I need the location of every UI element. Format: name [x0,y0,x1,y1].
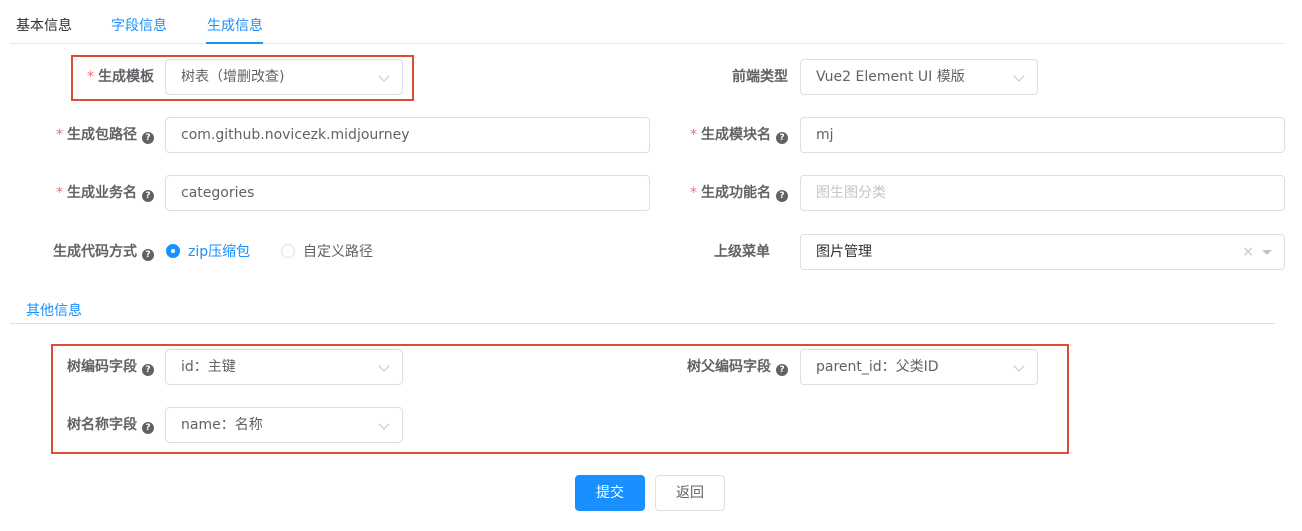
question-circle-icon[interactable]: ? [776,132,788,144]
required-mark: * [690,127,697,143]
back-button[interactable]: 返回 [655,475,725,511]
tree-parent-code-label: 树父编码字段? [640,349,788,385]
question-circle-icon[interactable]: ? [142,249,154,261]
template-label: * 生成模板 [60,59,154,95]
module-name-input[interactable]: mj [800,117,1285,153]
tree-code-select[interactable]: id：主键 [165,349,403,385]
question-circle-icon[interactable]: ? [142,422,154,434]
tree-parent-code-select[interactable]: parent_id：父类ID [800,349,1038,385]
chevron-down-icon [1013,70,1025,82]
function-name-label-text: 生成功能名 [701,185,771,201]
radio-zip-label: zip压缩包 [188,244,251,260]
parent-menu-treeselect[interactable]: 图片管理 × [800,234,1285,270]
question-circle-icon[interactable]: ? [142,364,154,376]
business-name-value: categories [181,185,255,201]
tabs-divider [10,43,1285,44]
tab-generate-info[interactable]: 生成信息 [207,14,263,38]
tree-name-select[interactable]: name：名称 [165,407,403,443]
tree-name-label: 树名称字段? [40,407,154,443]
module-name-label: * 生成模块名? [650,117,788,153]
parent-menu-value: 图片管理 [816,244,872,260]
package-path-value: com.github.novicezk.midjourney [181,127,410,143]
code-method-label-text: 生成代码方式 [53,244,137,260]
package-path-input[interactable]: com.github.novicezk.midjourney [165,117,650,153]
tree-parent-code-value: parent_id：父类ID [816,359,939,375]
module-name-label-text: 生成模块名 [701,127,771,143]
module-name-value: mj [816,127,834,143]
radio-zip[interactable]: zip压缩包 [166,244,250,260]
question-circle-icon[interactable]: ? [142,132,154,144]
radio-circle[interactable] [166,244,180,258]
package-path-label-text: 生成包路径 [67,127,137,143]
radio-circle[interactable] [281,244,295,258]
tree-parent-code-label-text: 树父编码字段 [687,359,771,375]
tab-field-info[interactable]: 字段信息 [111,14,167,38]
business-name-input[interactable]: categories [165,175,650,211]
chevron-down-icon [1013,360,1025,372]
clear-icon[interactable]: × [1242,235,1254,269]
tree-code-label: 树编码字段? [40,349,154,385]
function-name-placeholder: 图生图分类 [816,185,886,201]
submit-button[interactable]: 提交 [575,475,645,511]
question-circle-icon[interactable]: ? [776,190,788,202]
function-name-label: * 生成功能名? [650,175,788,211]
radio-custom-path[interactable]: 自定义路径 [281,244,373,260]
required-mark: * [56,127,63,143]
section-divider [10,323,1275,324]
caret-down-icon[interactable] [1262,250,1272,255]
template-label-text: 生成模板 [98,69,154,85]
frontend-type-value: Vue2 Element UI 模版 [816,69,965,85]
code-method-label: 生成代码方式? [20,234,154,270]
package-path-label: * 生成包路径? [20,117,154,153]
template-select-value: 树表（增删改查) [181,69,285,85]
frontend-type-select[interactable]: Vue2 Element UI 模版 [800,59,1038,95]
question-circle-icon[interactable]: ? [142,190,154,202]
business-name-label: * 生成业务名? [20,175,154,211]
template-select[interactable]: 树表（增删改查) [165,59,403,95]
tree-code-value: id：主键 [181,359,236,375]
tab-basic-info[interactable]: 基本信息 [16,14,72,38]
required-mark: * [56,185,63,201]
required-mark: * [690,185,697,201]
radio-custom-path-label: 自定义路径 [303,244,373,260]
business-name-label-text: 生成业务名 [67,185,137,201]
question-circle-icon[interactable]: ? [776,364,788,376]
tree-name-value: name：名称 [181,417,263,433]
frontend-type-label: 前端类型 [732,69,788,85]
tree-name-label-text: 树名称字段 [67,417,137,433]
chevron-down-icon [378,360,390,372]
chevron-down-icon [378,418,390,430]
parent-menu-label: 上级菜单 [714,244,770,260]
tree-code-label-text: 树编码字段 [67,359,137,375]
chevron-down-icon [378,70,390,82]
tab-active-indicator [206,42,263,44]
function-name-input[interactable]: 图生图分类 [800,175,1285,211]
required-mark: * [87,69,94,85]
section-title-other: 其他信息 [26,303,82,319]
